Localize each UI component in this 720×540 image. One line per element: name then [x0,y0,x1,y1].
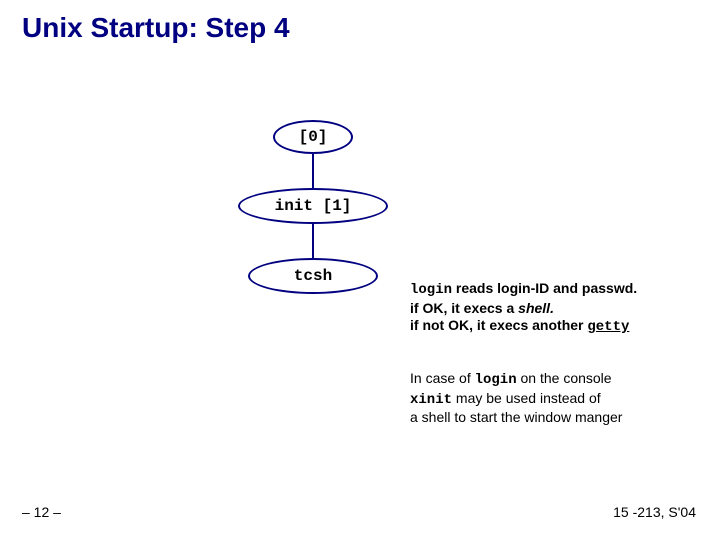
description-login: login reads login-ID and passwd. if OK, … [410,280,710,337]
course-id: 15 -213, S'04 [613,504,696,520]
node-shell: tcsh [248,258,378,294]
page-title: Unix Startup: Step 4 [22,12,290,44]
node-init: init [1] [238,188,388,224]
text-p2d: a shell to start the window manger [410,409,622,425]
text-line2a: if OK, it execs a [410,300,518,316]
connector-1-2 [312,224,314,258]
text-p2b: on the console [517,370,612,386]
text-p2-xinit: xinit [410,392,452,408]
node-root: [0] [273,120,353,154]
text-shell-word: shell. [518,300,554,316]
connector-0-1 [312,154,314,188]
description-xinit: In case of login on the console xinit ma… [410,370,710,427]
text-p2c: may be used instead of [452,390,601,406]
text-getty: getty [587,319,629,335]
process-tree: [0] init [1] tcsh [228,120,398,294]
text-p2a: In case of [410,370,475,386]
slide-number: – 12 – [22,504,61,520]
text-login-cmd: login [410,282,452,298]
text-line3a: if not OK, it execs another [410,317,587,333]
text-line1: reads login-ID and passwd. [452,280,637,296]
text-p2-login: login [475,372,517,388]
